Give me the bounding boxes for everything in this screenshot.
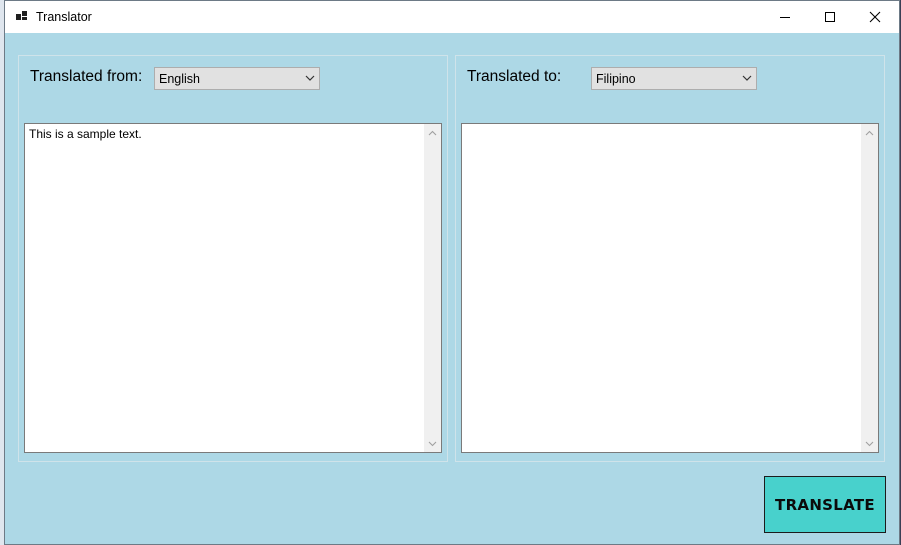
source-text-value: This is a sample text.: [29, 127, 142, 141]
chevron-down-icon: [742, 75, 752, 81]
chevron-down-icon: [865, 441, 874, 446]
source-language-label: Translated from:: [30, 68, 143, 85]
target-text-output[interactable]: [461, 123, 879, 453]
target-language-select[interactable]: Filipino: [591, 67, 757, 90]
target-scrollbar[interactable]: [861, 124, 878, 452]
scroll-up-button[interactable]: [861, 124, 878, 141]
window-title: Translator: [36, 10, 92, 24]
source-text-input[interactable]: This is a sample text.: [24, 123, 442, 453]
source-language-select[interactable]: English: [154, 67, 320, 90]
maximize-button[interactable]: [807, 1, 853, 33]
translator-window: Translator Translated from: English This…: [4, 0, 900, 545]
title-bar[interactable]: Translator: [5, 1, 899, 33]
chevron-up-icon: [428, 130, 437, 135]
minimize-button[interactable]: [762, 1, 808, 33]
source-language-value: English: [159, 72, 200, 86]
maximize-icon: [825, 12, 835, 22]
close-button[interactable]: [852, 1, 898, 33]
translate-button[interactable]: TRANSLATE: [764, 476, 886, 533]
app-icon: [16, 11, 27, 20]
scroll-up-button[interactable]: [424, 124, 441, 141]
close-icon: [869, 11, 881, 23]
chevron-up-icon: [865, 130, 874, 135]
chevron-down-icon: [305, 75, 315, 81]
minimize-icon: [780, 17, 790, 18]
source-panel: Translated from: English This is a sampl…: [18, 55, 448, 462]
scroll-down-button[interactable]: [861, 435, 878, 452]
chevron-down-icon: [428, 441, 437, 446]
source-scrollbar[interactable]: [424, 124, 441, 452]
target-panel: Translated to: Filipino: [455, 55, 885, 462]
target-language-value: Filipino: [596, 72, 636, 86]
scroll-down-button[interactable]: [424, 435, 441, 452]
target-language-label: Translated to:: [467, 68, 562, 85]
